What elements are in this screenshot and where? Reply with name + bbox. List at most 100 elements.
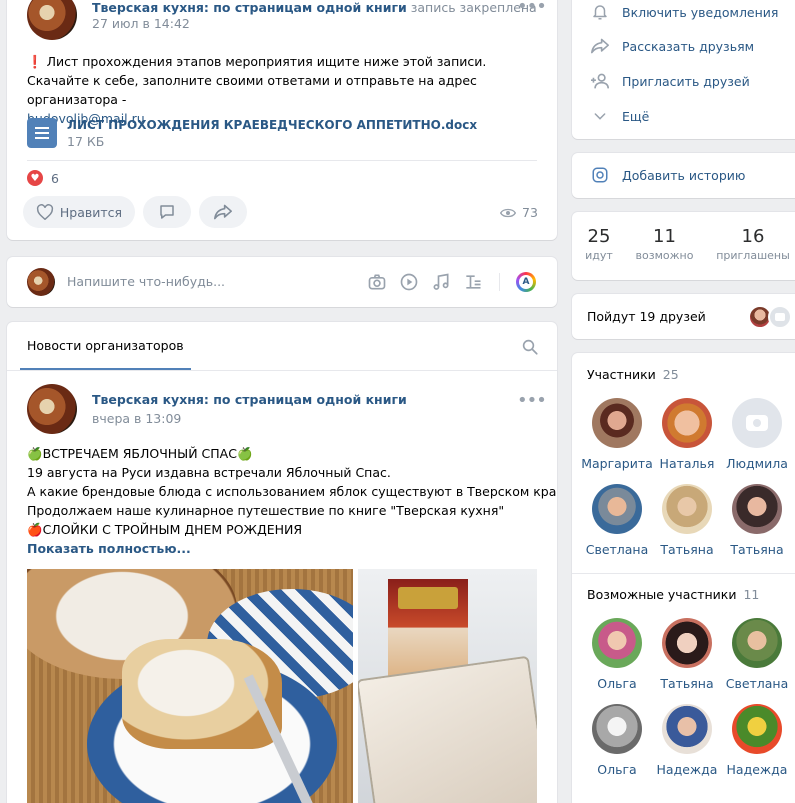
divider [27,160,537,161]
maybe-name[interactable]: Ольга [577,676,657,691]
heart-icon: ♥ [27,170,43,186]
reactions[interactable]: ♥ 6 [27,170,59,186]
share-button[interactable] [199,196,247,228]
document-icon [27,118,57,148]
add-user-icon [590,71,610,91]
tab-organizer-news[interactable]: Новости организаторов [20,322,191,370]
participant-name[interactable]: Татьяна [647,542,727,557]
more-menu[interactable]: Ещё [590,106,649,126]
maybe-name[interactable]: Надежда [647,762,727,777]
more-icon[interactable]: ••• [517,0,547,16]
poster-icon[interactable]: A [516,272,536,292]
post-text: ❗ Лист прохождения этапов мероприятия ищ… [27,52,547,128]
participants-title: Участники [587,367,656,382]
music-icon[interactable] [431,272,451,292]
participant-avatar[interactable] [732,484,782,534]
maybe-avatar[interactable] [732,704,782,754]
add-story-card: Добавить историю [572,153,795,198]
participant-name[interactable]: Светлана [577,542,657,557]
post-header: Тверская кухня: по страницам одной книги… [92,0,537,15]
author-avatar[interactable] [27,384,77,434]
stat-value: 11 [653,226,676,247]
divider [7,370,557,371]
participants-block: Участники 25 Маргарита Наталья Людмила С… [572,353,795,803]
add-story-button[interactable]: Добавить историю [590,165,745,185]
add-story-label: Добавить историю [622,167,746,183]
maybe-avatar[interactable] [662,704,712,754]
more-icon[interactable]: ••• [517,392,547,410]
participant-avatar[interactable] [592,484,642,534]
maybe-count: 11 [743,587,760,602]
participant-name[interactable]: Наталья [647,456,727,471]
post-photo-cake[interactable] [358,569,537,803]
comment-button[interactable] [143,196,191,228]
bell-icon [590,2,610,22]
like-button[interactable]: Нравится [23,196,135,228]
maybe-name[interactable]: Ольга [577,762,657,777]
participants-count: 25 [662,367,679,382]
composer-input[interactable]: Напишите что-нибудь... [67,274,225,289]
share-icon [590,36,610,56]
divider [572,573,795,574]
participant-avatar[interactable] [732,398,782,448]
friends-going[interactable]: Пойдут 19 друзей [572,294,795,339]
participant-name[interactable]: Татьяна [717,542,795,557]
post-text-line: 🍎СЛОЙКИ С ТРОЙНЫМ ДНЕМ РОЖДЕНИЯ [27,522,303,537]
user-avatar [27,268,55,296]
show-more-link[interactable]: Показать полностью... [27,539,547,558]
post-photo-pie[interactable] [27,569,353,803]
stat-value: 16 [741,226,765,247]
maybe-avatar[interactable] [732,618,782,668]
author-avatar[interactable] [27,0,77,40]
post-text-line: 19 августа на Руси издавна встречали Ябл… [27,465,391,480]
stat-going[interactable]: 25 идут [572,226,626,262]
maybe-header[interactable]: Возможные участники 11 [587,587,759,602]
exclamation-icon: ❗ [27,54,43,69]
stat-maybe[interactable]: 11 возможно [627,226,702,262]
author-name[interactable]: Тверская кухня: по страницам одной книги [92,0,407,15]
event-actions: Включить уведомления Рассказать друзьям … [572,0,795,139]
post-text-line: 🍏ВСТРЕЧАЕМ ЯБЛОЧНЫЙ СПАС🍏 [27,446,253,461]
post-text-line: Скачайте к себе, заполните своими ответа… [27,73,477,107]
maybe-avatar[interactable] [592,618,642,668]
participant-name[interactable]: Маргарита [577,456,657,471]
participants-header[interactable]: Участники 25 [587,367,679,382]
share-icon [214,204,232,220]
article-icon[interactable] [463,272,483,292]
organizer-news: Новости организаторов Тверская кухня: по… [7,322,557,803]
participant-avatar[interactable] [662,484,712,534]
menu-label: Включить уведомления [622,4,779,20]
maybe-name[interactable]: Светлана [717,676,795,691]
participant-avatar[interactable] [662,398,712,448]
maybe-avatar[interactable] [592,704,642,754]
chevron-down-icon [590,106,610,126]
camera-icon[interactable] [367,272,387,292]
post-date[interactable]: вчера в 13:09 [92,411,181,426]
video-icon[interactable] [399,272,419,292]
post-date[interactable]: 27 июл в 14:42 [92,16,190,31]
eye-icon [500,208,516,217]
tell-friends[interactable]: Рассказать друзьям [590,36,754,56]
like-label: Нравится [59,204,123,220]
maybe-name[interactable]: Надежда [717,762,795,777]
reactions-count: 6 [51,170,59,186]
participant-name[interactable]: Людмила [717,456,795,471]
stat-label: идут [585,249,613,262]
maybe-name[interactable]: Татьяна [647,676,727,691]
enable-notifications[interactable]: Включить уведомления [590,2,778,22]
stat-invited[interactable]: 16 приглашены [712,226,794,262]
pinned-post: Тверская кухня: по страницам одной книги… [7,0,557,240]
camera-icon [768,305,792,329]
tab-label: Новости организаторов [27,337,184,353]
stat-value: 25 [587,226,611,247]
search-icon[interactable] [521,338,539,356]
post-text-line: Продолжаем наше кулинарное путешествие п… [27,503,505,518]
doc-size: 17 КБ [67,134,105,149]
participant-avatar[interactable] [592,398,642,448]
author-name[interactable]: Тверская кухня: по страницам одной книги [92,392,407,407]
doc-name[interactable]: ЛИСТ ПРОХОЖДЕНИЯ КРАЕВЕДЧЕСКОГО АППЕТИТН… [67,118,477,132]
invite-friends[interactable]: Пригласить друзей [590,71,750,91]
doc-attachment[interactable]: ЛИСТ ПРОХОЖДЕНИЯ КРАЕВЕДЧЕСКОГО АППЕТИТН… [27,118,477,149]
post-text-line: А какие брендовые блюда с использованием… [27,484,557,499]
maybe-avatar[interactable] [662,618,712,668]
